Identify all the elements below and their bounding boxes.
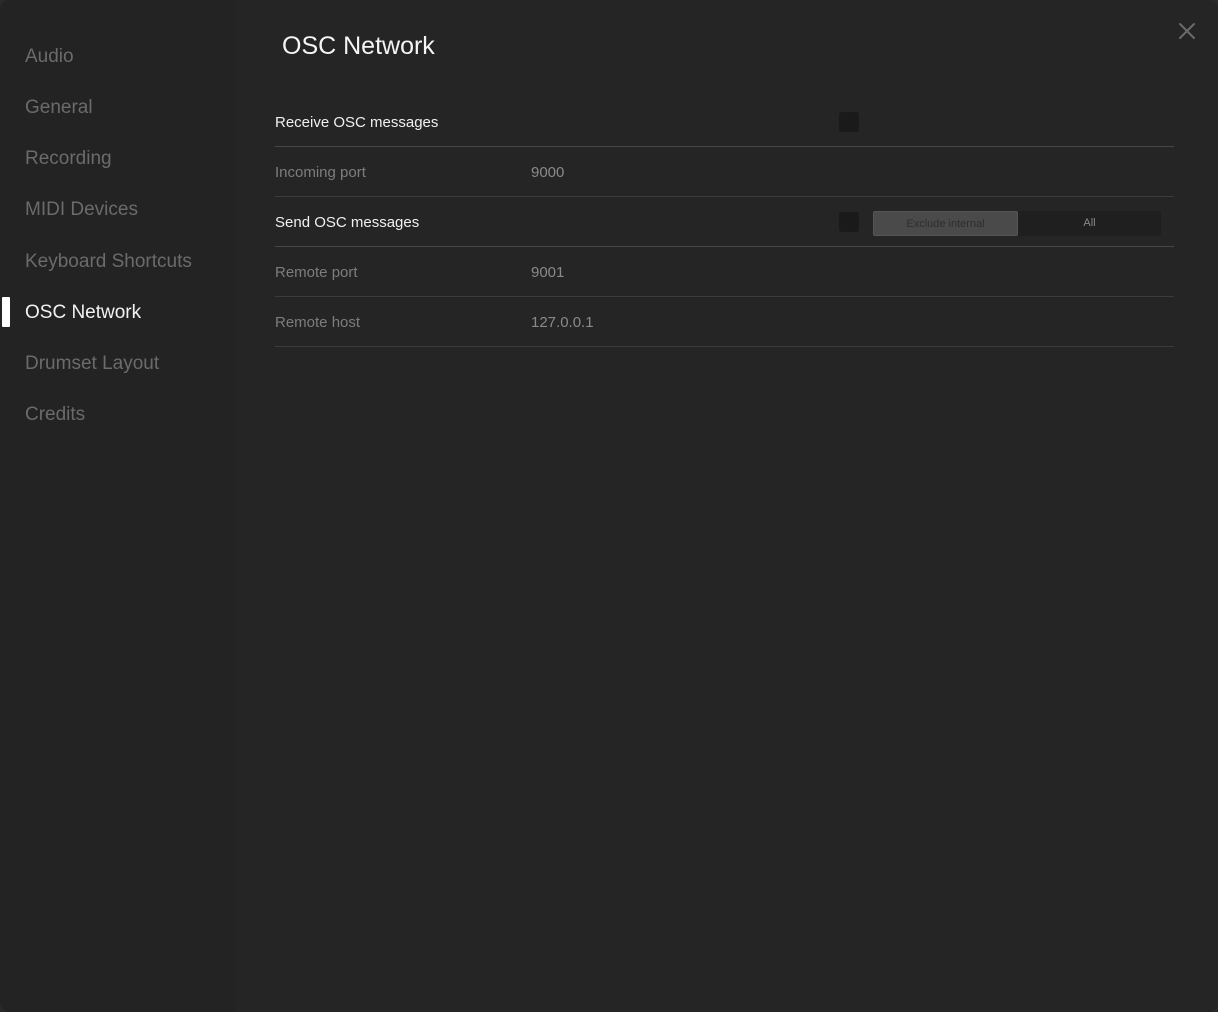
remote-port-label: Remote port (275, 264, 358, 281)
sidebar: Audio General Recording MIDI Devices Key… (0, 0, 236, 1012)
remote-host-label: Remote host (275, 314, 361, 331)
incoming-port-label: Incoming port (275, 164, 366, 181)
active-nav-indicator (2, 297, 10, 327)
sidebar-item-midi-devices[interactable]: MIDI Devices (25, 196, 138, 224)
settings-window: Audio General Recording MIDI Devices Key… (0, 0, 1218, 1012)
send-mode-segmented-control: Exclude internal All (873, 211, 1161, 236)
close-button[interactable] (1176, 20, 1198, 42)
send-osc-checkbox[interactable] (839, 212, 859, 232)
remote-port-input[interactable] (531, 264, 731, 281)
remote-port-row: Remote port (275, 247, 1174, 297)
send-osc-row: Send OSC messages Exclude internal All (275, 197, 1174, 247)
sidebar-item-recording[interactable]: Recording (25, 145, 112, 173)
page-title: OSC Network (282, 32, 435, 60)
receive-osc-label: Receive OSC messages (275, 114, 439, 131)
incoming-port-row: Incoming port (275, 147, 1174, 197)
sidebar-item-osc-network[interactable]: OSC Network (25, 299, 141, 327)
send-mode-all[interactable]: All (1018, 211, 1161, 236)
receive-osc-checkbox[interactable] (839, 112, 859, 132)
sidebar-item-credits[interactable]: Credits (25, 401, 85, 429)
close-icon (1179, 23, 1195, 39)
remote-host-row: Remote host (275, 297, 1174, 347)
sidebar-item-general[interactable]: General (25, 94, 93, 122)
main-panel: OSC Network Receive OSC messages Incomin… (236, 0, 1218, 1012)
receive-osc-row: Receive OSC messages (275, 97, 1174, 147)
sidebar-item-keyboard-shortcuts[interactable]: Keyboard Shortcuts (25, 248, 192, 276)
remote-host-input[interactable] (531, 314, 731, 331)
send-mode-exclude-internal[interactable]: Exclude internal (873, 211, 1018, 236)
osc-settings-list: Receive OSC messages Incoming port Send … (275, 97, 1174, 347)
sidebar-item-drumset-layout[interactable]: Drumset Layout (25, 350, 159, 378)
incoming-port-input[interactable] (531, 164, 731, 181)
sidebar-item-audio[interactable]: Audio (25, 43, 74, 71)
send-osc-label: Send OSC messages (275, 214, 420, 231)
